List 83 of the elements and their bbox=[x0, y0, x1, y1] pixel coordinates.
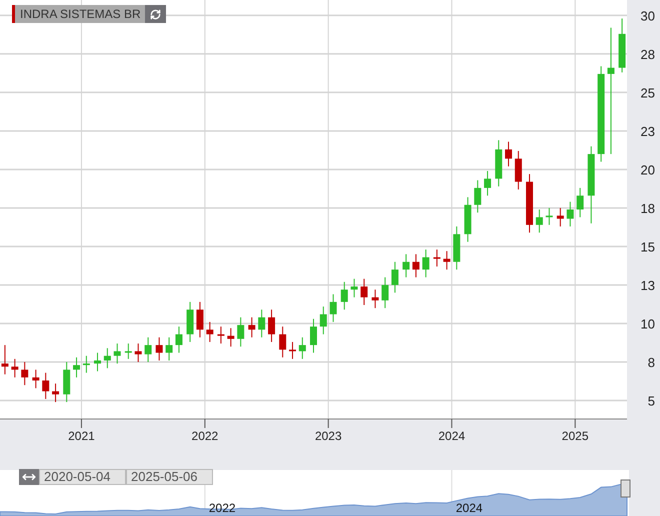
candlestick bbox=[104, 348, 111, 369]
candlestick bbox=[372, 289, 379, 309]
candlestick bbox=[360, 278, 368, 306]
candlestick bbox=[536, 209, 543, 234]
y-axis-label: 10 bbox=[640, 316, 655, 332]
candlestick bbox=[134, 343, 142, 362]
candlestick bbox=[443, 250, 450, 270]
candlestick bbox=[391, 261, 398, 294]
y-axis-label: 5 bbox=[648, 394, 655, 409]
range-handle[interactable] bbox=[620, 480, 630, 498]
candlestick bbox=[124, 343, 132, 360]
candlestick bbox=[196, 301, 204, 338]
candlestick bbox=[217, 326, 224, 344]
candlestick bbox=[618, 18, 626, 73]
candlestick bbox=[464, 196, 472, 242]
x-axis-label: 2024 bbox=[438, 429, 466, 443]
candlestick bbox=[11, 358, 18, 378]
candlestick bbox=[514, 150, 522, 190]
candlestick bbox=[546, 207, 553, 226]
candlestick bbox=[73, 356, 80, 378]
candlestick bbox=[42, 372, 50, 400]
refresh-icon bbox=[150, 8, 161, 20]
y-axis-label: 23 bbox=[640, 124, 655, 139]
y-axis-label: 8 bbox=[648, 355, 655, 370]
candlestick bbox=[382, 276, 389, 309]
candlestick bbox=[82, 355, 90, 374]
candlestick bbox=[186, 301, 194, 342]
candlestick bbox=[32, 369, 40, 389]
candlestick bbox=[52, 383, 60, 403]
candlestick bbox=[484, 170, 492, 196]
candlestick bbox=[576, 187, 584, 218]
candlestick bbox=[1, 344, 8, 375]
candlestick bbox=[350, 278, 358, 298]
candlestick bbox=[310, 318, 317, 354]
candlestick bbox=[63, 362, 70, 403]
candlestick bbox=[156, 336, 163, 361]
navigator-label: 2024 bbox=[456, 501, 483, 515]
candlestick bbox=[144, 336, 152, 362]
candlestick bbox=[21, 362, 28, 386]
y-axis-label: 18 bbox=[640, 200, 655, 216]
candlestick bbox=[422, 249, 430, 278]
y-axis-label: 25 bbox=[640, 85, 655, 100]
candlestick bbox=[258, 309, 266, 338]
y-axis-label: 20 bbox=[640, 162, 655, 178]
start-date-field[interactable]: 2020-05-04 bbox=[39, 469, 126, 485]
candlestick bbox=[566, 201, 574, 227]
navigator-label: 2022 bbox=[208, 501, 236, 515]
candlestick bbox=[320, 306, 327, 335]
y-axis-label: 15 bbox=[640, 239, 655, 254]
y-axis-label: 28 bbox=[640, 46, 655, 62]
refresh-button[interactable] bbox=[144, 5, 166, 23]
x-axis-label: 2025 bbox=[562, 429, 589, 443]
candlestick bbox=[474, 180, 482, 214]
candlestick bbox=[298, 336, 306, 360]
candlestick bbox=[453, 226, 460, 270]
candlestick bbox=[248, 316, 256, 338]
candlestick bbox=[433, 249, 440, 267]
candlestick bbox=[412, 254, 420, 278]
candlestick bbox=[114, 343, 121, 364]
candlestick bbox=[237, 316, 244, 348]
candlestick bbox=[279, 326, 286, 358]
candlestick bbox=[227, 328, 234, 348]
candlestick bbox=[526, 174, 533, 234]
x-axis-label: 2021 bbox=[68, 429, 95, 443]
candlestick bbox=[556, 207, 564, 227]
instrument-label: INDRA SISTEMAS BR bbox=[12, 5, 145, 23]
candlestick bbox=[505, 141, 512, 167]
candlestick bbox=[175, 326, 182, 354]
candlestick bbox=[94, 352, 101, 372]
candlestick bbox=[166, 336, 173, 361]
candlestick bbox=[495, 140, 502, 187]
candlestick bbox=[402, 254, 410, 278]
candlestick bbox=[206, 321, 214, 342]
y-axis-label: 30 bbox=[640, 8, 655, 24]
candlestick bbox=[330, 294, 337, 322]
x-axis-label: 2022 bbox=[192, 429, 218, 443]
candlestick bbox=[340, 281, 348, 310]
candlestick bbox=[289, 341, 296, 360]
candlestick bbox=[268, 309, 276, 342]
y-axis-label: 13 bbox=[640, 278, 655, 293]
end-date-field[interactable]: 2025-05-06 bbox=[126, 469, 213, 485]
x-axis-label: 2023 bbox=[314, 429, 342, 443]
range-toggle-button[interactable] bbox=[19, 469, 39, 485]
